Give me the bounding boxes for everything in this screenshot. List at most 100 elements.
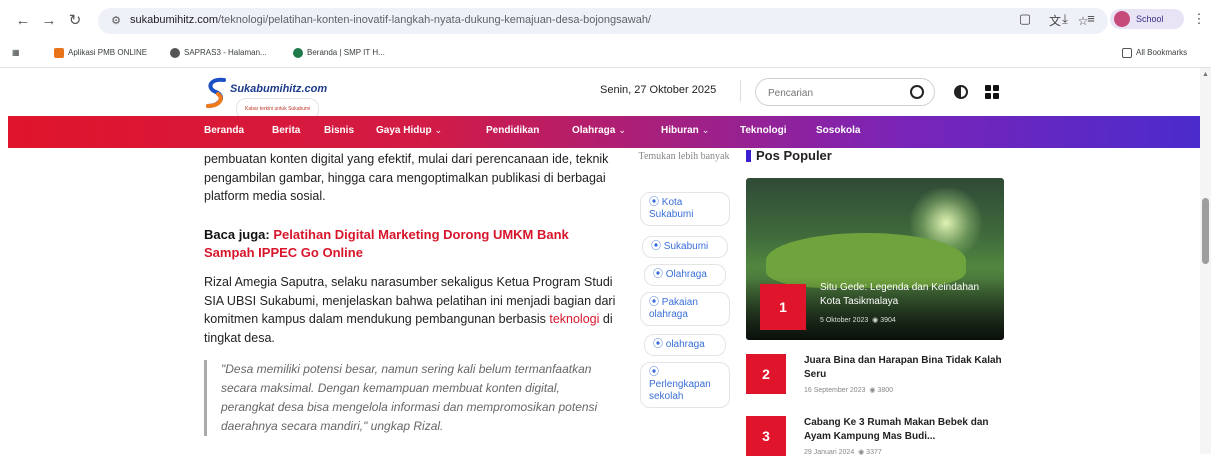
dark-mode-toggle-icon[interactable] — [954, 85, 968, 99]
url-path: /teknologi/pelatihan-konten-inovatif-lan… — [218, 14, 651, 26]
scrollbar-thumb[interactable] — [1202, 198, 1209, 264]
tag-link-teknologi[interactable]: teknologi — [549, 312, 599, 326]
url-text[interactable]: sukabumihitz.com/teknologi/pelatihan-kon… — [130, 14, 651, 26]
nav-label: Teknologi — [740, 125, 787, 136]
all-bookmarks-label: All Bookmarks — [1136, 48, 1188, 57]
logo-swoosh-icon — [206, 77, 226, 108]
popular-post-meta: 5 Oktober 2023 ◉ 3904 — [820, 316, 896, 324]
read-also-label: Baca juga: — [204, 227, 270, 242]
forward-icon[interactable]: → — [38, 10, 60, 32]
tag-perlengkapan-sekolah[interactable]: ⦿ Perlengkapan sekolah — [640, 362, 730, 408]
popular-post-title[interactable]: Juara Bina dan Harapan Bina Tidak Kalah … — [804, 354, 1004, 382]
search-box — [755, 78, 935, 106]
nav-label: Bisnis — [324, 125, 355, 136]
popular-hero-card[interactable]: 1 Situ Gede: Legenda dan Keindahan Kota … — [746, 178, 1004, 340]
chevron-down-icon: ⌄ — [434, 125, 443, 135]
nav-item-hiburan[interactable]: Hiburan ⌄ — [661, 125, 709, 136]
bookmark-item-sapras[interactable]: SAPRAS3 - Halaman... — [170, 47, 267, 59]
related-tags-heading: Temukan lebih banyak — [638, 151, 730, 162]
bookmark-label: Aplikasi PMB ONLINE — [68, 48, 148, 57]
profile-button[interactable]: School — [1110, 9, 1184, 29]
nav-label: Olahraga — [572, 125, 616, 136]
profile-label: School — [1136, 14, 1164, 24]
bookmark-favicon — [170, 47, 180, 58]
article-body: pembuatan konten digital yang efektif, m… — [204, 150, 624, 436]
nav-item-bisnis[interactable]: Bisnis — [324, 125, 354, 136]
post-views: 3904 — [880, 317, 896, 324]
heading-accent-bar — [746, 150, 751, 162]
download-icon[interactable]: ⤓ — [1056, 10, 1074, 28]
bookmark-label: SAPRAS3 - Halaman... — [184, 48, 267, 57]
nav-item-pendidikan[interactable]: Pendidikan — [486, 125, 539, 136]
popular-post-meta: 29 Januari 2024 ◉ 3377 — [804, 448, 882, 456]
popular-post-title[interactable]: Cabang Ke 3 Rumah Makan Bebek dan Ayam K… — [804, 416, 1004, 444]
popular-posts-heading: Pos Populer — [746, 148, 832, 163]
nav-label: Gaya Hidup — [376, 125, 432, 136]
related-tags: Temukan lebih banyak ⦿ Kota Sukabumi ⦿ S… — [636, 150, 732, 408]
back-icon[interactable]: ← — [12, 10, 34, 32]
eye-icon: ◉ — [869, 387, 876, 394]
post-views: 3800 — [877, 387, 894, 394]
browser-chrome: ← → ↻ ⚙ sukabumihitz.com/teknologi/pelat… — [0, 0, 1211, 68]
chevron-down-icon: ⌄ — [618, 125, 626, 135]
all-bookmarks-button[interactable]: All Bookmarks — [1122, 47, 1187, 59]
site-logo[interactable]: Sukabumihitz.com Kabar terkini untuk Suk… — [204, 76, 344, 120]
blockquote: "Desa memiliki potensi besar, namun seri… — [204, 360, 614, 436]
nav-item-beranda[interactable]: Beranda — [204, 125, 244, 136]
nav-label: Beranda — [204, 125, 245, 136]
apps-menu-icon[interactable] — [985, 85, 999, 99]
popular-post-title[interactable]: Situ Gede: Legenda dan Keindahan Kota Ta… — [820, 281, 996, 309]
tag-pakaian-olahraga[interactable]: ⦿ Pakaian olahraga — [640, 292, 730, 326]
search-input[interactable] — [768, 85, 898, 101]
post-date: 16 September 2023 — [804, 387, 866, 394]
nav-item-sosokola[interactable]: Sosokola — [816, 125, 860, 136]
address-bar[interactable]: ⚙ sukabumihitz.com/teknologi/pelatihan-k… — [98, 8, 1108, 34]
bookmark-label: Beranda | SMP IT H... — [307, 48, 385, 57]
nav-item-berita[interactable]: Berita — [272, 125, 300, 136]
bookmark-favicon — [293, 47, 303, 58]
rank-badge: 3 — [746, 416, 786, 456]
popular-item[interactable]: 3 Cabang Ke 3 Rumah Makan Bebek dan Ayam… — [746, 414, 1006, 462]
address-row: ← → ↻ ⚙ sukabumihitz.com/teknologi/pelat… — [0, 6, 1211, 36]
logo-name: Sukabumihitz.com — [230, 83, 328, 95]
bookmark-favicon — [54, 47, 64, 58]
tag-kota-sukabumi[interactable]: ⦿ Kota Sukabumi — [640, 192, 730, 226]
nav-item-teknologi[interactable]: Teknologi — [740, 125, 786, 136]
nav-label: Sosokola — [816, 125, 861, 136]
extensions-icon[interactable]: ▢ — [1016, 10, 1034, 28]
post-date: 5 Oktober 2023 — [820, 317, 869, 324]
header-date: Senin, 27 Oktober 2025 — [600, 84, 717, 96]
apps-grid-icon[interactable]: ▦ — [12, 47, 20, 59]
page-scrollbar[interactable]: ▲ — [1200, 68, 1211, 454]
eye-icon: ◉ — [872, 317, 879, 324]
nav-label: Hiburan — [661, 125, 699, 136]
scroll-up-icon[interactable]: ▲ — [1202, 71, 1209, 78]
header-divider — [740, 80, 741, 102]
nav-item-olahraga[interactable]: Olahraga ⌄ — [572, 125, 626, 136]
search-icon[interactable] — [910, 85, 924, 99]
main-navbar: Beranda Berita Bisnis Gaya Hidup ⌄ Pendid… — [8, 116, 1200, 148]
read-also: Baca juga: Pelatihan Digital Marketing D… — [204, 226, 604, 262]
menu-kebab-icon[interactable]: ⋮ — [1190, 10, 1208, 28]
url-domain: sukabumihitz.com — [130, 14, 219, 26]
site-header: Sukabumihitz.com Kabar terkini untuk Suk… — [0, 68, 1200, 120]
article-paragraph-2: Rizal Amegia Saputra, selaku narasumber … — [204, 273, 624, 347]
bookmark-item-pmb[interactable]: Aplikasi PMB ONLINE — [54, 47, 147, 59]
tag-sukabumi[interactable]: ⦿ Sukabumi — [642, 236, 728, 258]
reload-icon[interactable]: ↻ — [64, 10, 86, 32]
nav-item-gaya-hidup[interactable]: Gaya Hidup ⌄ — [376, 125, 442, 136]
post-views: 3377 — [866, 449, 882, 456]
quote-text: "Desa memiliki potensi besar, namun seri… — [221, 362, 598, 433]
chevron-down-icon: ⌄ — [701, 125, 710, 135]
article-paragraph-1: pembuatan konten digital yang efektif, m… — [204, 152, 609, 203]
tag-olahraga-lower[interactable]: ⦿ olahraga — [644, 334, 726, 356]
nav-label: Berita — [272, 125, 301, 136]
nav-label: Pendidikan — [486, 125, 540, 136]
tag-olahraga[interactable]: ⦿ Olahraga — [644, 264, 726, 286]
popular-title-text: Pos Populer — [756, 148, 832, 163]
popular-item[interactable]: 2 Juara Bina dan Harapan Bina Tidak Kala… — [746, 352, 1006, 400]
folder-icon — [1122, 47, 1132, 58]
media-controls-icon[interactable]: ≡ — [1082, 10, 1100, 28]
bookmark-item-smp[interactable]: Beranda | SMP IT H... — [293, 47, 385, 59]
site-info-icon[interactable]: ⚙ — [108, 13, 124, 29]
